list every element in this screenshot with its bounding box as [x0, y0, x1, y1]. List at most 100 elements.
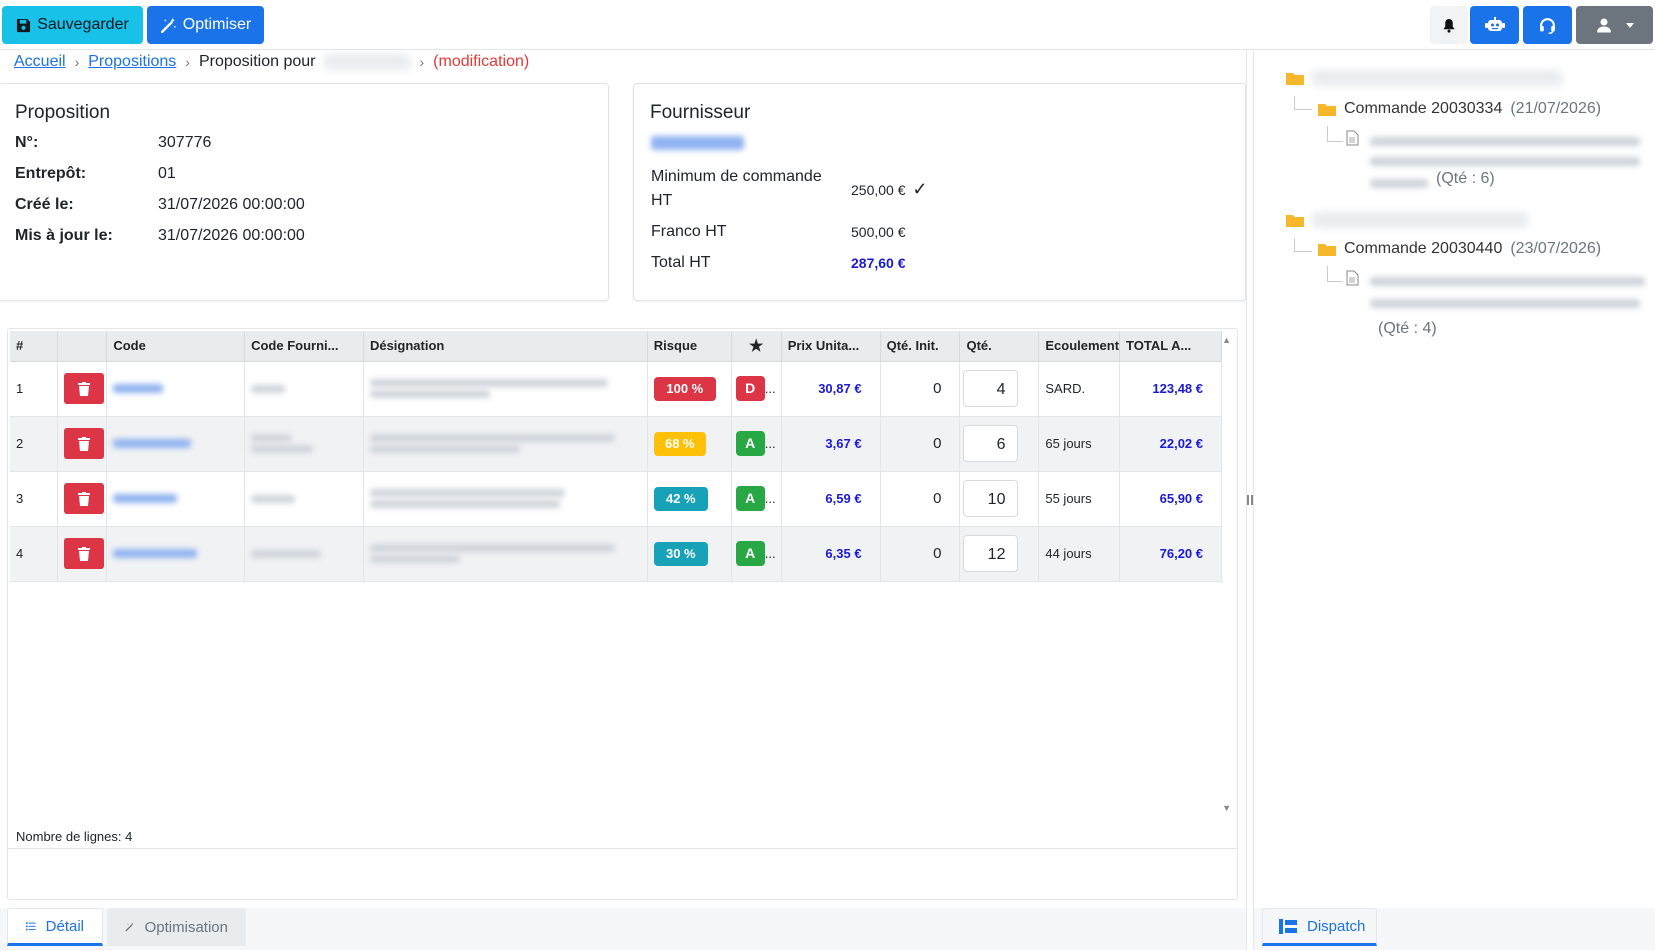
qty-input[interactable]: 12: [963, 535, 1019, 572]
qty-input[interactable]: 6: [963, 425, 1019, 462]
franco-label: Franco HT: [651, 223, 727, 240]
proposition-updated-value: 31/07/2026 00:00:00: [158, 227, 305, 244]
grade-badge: D: [735, 376, 765, 401]
breadcrumb-separator: ›: [185, 54, 190, 70]
col-header-index[interactable]: #: [10, 331, 59, 362]
col-header-star[interactable]: ★: [731, 331, 782, 362]
sort-up-icon[interactable]: ▲: [1222, 335, 1231, 345]
grade-ellipsis: ...: [764, 381, 776, 396]
col-header-supplier-code[interactable]: Code Fourni...: [244, 331, 364, 362]
proposition-updated-row: Mis à jour le: 31/07/2026 00:00:00: [15, 227, 305, 245]
trash-icon: [78, 491, 91, 506]
lines-table: # Code Code Fourni... Désignation Risque…: [10, 331, 1222, 582]
risk-badge: 68 %: [653, 431, 706, 456]
orders-tree: Commande 20030334 (21/07/2026) (Qté : 6)…: [1260, 50, 1655, 900]
row-count: Nombre de lignes: 4: [16, 829, 133, 844]
tree-item-2[interactable]: [1346, 270, 1359, 286]
row-index: 2: [10, 416, 59, 472]
grade-ellipsis: ...: [764, 491, 776, 506]
tree-item-1[interactable]: [1346, 130, 1359, 146]
qty-input[interactable]: 4: [963, 370, 1019, 407]
designation-cell: [363, 416, 648, 472]
folder-icon: [1286, 215, 1304, 227]
col-header-initial-qty[interactable]: Qté. Init.: [880, 331, 961, 362]
table-row[interactable]: 2 68 % A... 3,67 € 0 6 65 jours 22,02 €: [10, 416, 1222, 472]
delete-row-button[interactable]: [64, 538, 105, 569]
delete-row-button[interactable]: [64, 483, 105, 514]
supplier-code-cell: [244, 416, 364, 472]
total-cell: 65,90 €: [1119, 471, 1222, 527]
support-button[interactable]: [1523, 6, 1572, 44]
proposition-created-label: Créé le:: [15, 196, 74, 213]
optimize-button[interactable]: Optimiser: [147, 6, 264, 44]
magic-wand-icon: [125, 922, 134, 932]
delete-row-button[interactable]: [64, 373, 105, 404]
table-row[interactable]: 3 42 % A... 6,59 € 0 10 55 jours 65,90 €: [10, 471, 1222, 527]
breadcrumb-home-link[interactable]: Accueil: [14, 53, 66, 71]
proposition-number-label: N°:: [15, 134, 39, 151]
proposal-lines-grid: # Code Code Fourni... Désignation Risque…: [7, 328, 1238, 900]
tab-dispatch-label: Dispatch: [1307, 917, 1366, 935]
product-code-link[interactable]: [113, 439, 192, 448]
breadcrumb-separator: ›: [419, 54, 425, 70]
delete-row-button[interactable]: [64, 428, 105, 459]
ecoulement-cell: 65 jours: [1038, 416, 1121, 472]
risk-badge: 100 %: [653, 376, 716, 401]
product-code-link[interactable]: [113, 549, 198, 558]
optimize-button-label: Optimiser: [182, 16, 252, 33]
supplier-name-link[interactable]: [651, 136, 744, 150]
grade-ellipsis: ...: [764, 436, 776, 451]
tree-group-2[interactable]: [1286, 212, 1528, 228]
save-button[interactable]: Sauvegarder: [2, 6, 143, 44]
tab-optimisation[interactable]: Optimisation: [107, 908, 246, 946]
supplier-code-cell: [244, 471, 364, 527]
save-icon: [17, 18, 31, 32]
product-code-link[interactable]: [113, 494, 178, 503]
tree-group-1[interactable]: [1286, 70, 1562, 86]
min-order-label: Minimum de commande HT: [651, 168, 822, 209]
row-index: 3: [10, 471, 59, 527]
bell-icon: [1443, 18, 1455, 33]
user-icon: [1596, 18, 1611, 33]
list-icon: [26, 921, 36, 930]
col-header-ecoulement[interactable]: Ecoulement: [1038, 331, 1121, 362]
proposition-created-value: 31/07/2026 00:00:00: [158, 196, 305, 213]
grade-ellipsis: ...: [764, 546, 776, 561]
initial-qty-cell: 0: [880, 416, 961, 472]
check-icon: ✓: [912, 179, 928, 199]
col-header-unit-price[interactable]: Prix Unita...: [781, 331, 881, 362]
proposition-warehouse-row: Entrepôt: 01: [15, 165, 176, 183]
assistant-button[interactable]: [1470, 6, 1519, 44]
tab-dispatch[interactable]: Dispatch: [1262, 908, 1377, 946]
sort-down-icon[interactable]: ▼: [1222, 803, 1231, 813]
product-code-link[interactable]: [113, 384, 164, 393]
qty-input[interactable]: 10: [963, 480, 1019, 517]
file-icon: [1346, 270, 1359, 286]
product-code-cell: [106, 416, 246, 472]
tree-order-2[interactable]: Commande 20030440 (23/07/2026): [1318, 240, 1601, 258]
col-header-code[interactable]: Code: [106, 331, 246, 362]
col-header-total[interactable]: TOTAL A...: [1119, 331, 1222, 362]
table-row[interactable]: 1 100 % D... 30,87 € 0 4 SARD. 123,48 €: [10, 361, 1222, 417]
tab-detail[interactable]: Détail: [7, 908, 103, 946]
tab-optimisation-label: Optimisation: [144, 918, 228, 936]
table-row[interactable]: 4 30 % A... 6,35 € 0 12 44 jours 76,20 €: [10, 526, 1222, 582]
user-menu-button[interactable]: [1576, 6, 1653, 44]
col-header-designation[interactable]: Désignation: [363, 331, 648, 362]
breadcrumb-proposals-link[interactable]: Propositions: [88, 53, 176, 71]
initial-qty-cell: 0: [880, 471, 961, 527]
supplier-code-cell: [244, 526, 364, 582]
total-ht-value: 287,60 €: [851, 255, 906, 271]
col-header-qty[interactable]: Qté.: [959, 331, 1040, 362]
save-button-label: Sauvegarder: [37, 16, 129, 33]
trash-icon: [78, 546, 91, 561]
col-header-risk[interactable]: Risque: [647, 331, 732, 362]
grade-badge: A: [735, 486, 765, 511]
total-cell: 76,20 €: [1119, 526, 1222, 582]
min-order-amount: 250,00 €: [851, 182, 906, 198]
breadcrumb-supplier-blurred: [324, 54, 411, 70]
bottom-tabs: Détail Optimisation: [7, 908, 246, 946]
notifications-button[interactable]: [1430, 6, 1468, 44]
splitter-grip[interactable]: [1247, 495, 1253, 505]
tree-order-1[interactable]: Commande 20030334 (21/07/2026): [1318, 100, 1601, 118]
